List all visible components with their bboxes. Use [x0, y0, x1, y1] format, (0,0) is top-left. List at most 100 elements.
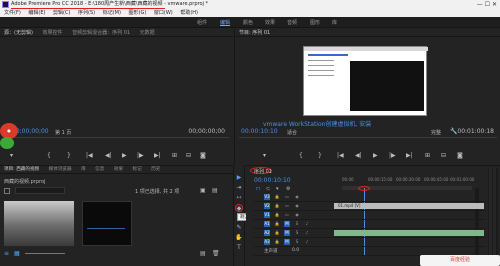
- program-mark-in-icon[interactable]: {: [299, 152, 303, 159]
- tab-effects[interactable]: 效果: [114, 167, 123, 172]
- source-go-out-icon[interactable]: ▶|: [154, 152, 161, 159]
- source-step-forward-icon[interactable]: |▶: [137, 152, 144, 159]
- type-tool-icon[interactable]: T: [235, 244, 243, 252]
- workspace-editing[interactable]: 编辑: [220, 19, 231, 26]
- track-select-tool-icon[interactable]: ⇥: [235, 184, 243, 192]
- lock-icon[interactable]: 🔒: [274, 194, 280, 200]
- eye-icon[interactable]: ◉: [294, 194, 300, 200]
- project-search-input[interactable]: [15, 187, 65, 194]
- menu-edit[interactable]: 编辑(E): [28, 10, 45, 16]
- program-go-in-icon[interactable]: |◀: [337, 152, 344, 159]
- track-v3-label[interactable]: V3: [264, 194, 270, 200]
- wrench-icon[interactable]: 🔧: [450, 128, 457, 135]
- list-view-icon[interactable]: ≡: [4, 250, 9, 257]
- track-a1-label[interactable]: A1: [264, 221, 270, 227]
- track-v1-label[interactable]: V1: [264, 212, 270, 218]
- mic-icon[interactable]: ♪: [304, 230, 310, 236]
- menu-clip[interactable]: 剪辑(C): [53, 10, 70, 16]
- mute-icon[interactable]: M: [284, 239, 290, 245]
- linked-selection-icon[interactable]: ⊂: [266, 186, 270, 192]
- selection-tool-icon[interactable]: ▶: [235, 174, 243, 182]
- solo-icon[interactable]: S: [294, 221, 300, 227]
- sync-lock-icon[interactable]: ▭: [284, 203, 290, 209]
- folder-icon[interactable]: [4, 188, 10, 194]
- source-go-in-icon[interactable]: |◀: [86, 152, 93, 159]
- mic-icon[interactable]: ♪: [304, 239, 310, 245]
- new-item-bottom-icon[interactable]: ▤: [200, 250, 206, 257]
- menu-window[interactable]: 窗口(W): [154, 10, 173, 16]
- track-a3-label[interactable]: A3: [264, 239, 270, 245]
- master-value[interactable]: 0.0: [292, 248, 299, 253]
- sync-lock-icon[interactable]: ▭: [284, 194, 290, 200]
- source-overwrite-icon[interactable]: ⊟: [186, 152, 191, 159]
- tab-history[interactable]: 历史: [151, 167, 160, 172]
- video-clip[interactable]: 01.mp4 [V]: [334, 203, 484, 209]
- workspace-assembly[interactable]: 组件: [197, 19, 207, 26]
- lock-icon[interactable]: 🔒: [274, 221, 280, 227]
- program-step-back-icon[interactable]: ◀|: [355, 152, 362, 159]
- zoom-slider[interactable]: [25, 253, 65, 254]
- source-add-marker-icon[interactable]: ▾: [10, 152, 13, 159]
- window-controls[interactable]: — ☐ ✕: [477, 1, 497, 8]
- timeline-settings-icon[interactable]: ⚙: [286, 186, 290, 192]
- eye-icon[interactable]: ◉: [294, 203, 300, 209]
- snap-icon[interactable]: ⊓: [256, 186, 260, 192]
- program-fit-select[interactable]: 适合: [287, 129, 297, 136]
- lock-icon[interactable]: 🔒: [274, 230, 280, 236]
- trash-icon[interactable]: 🗑: [212, 250, 220, 257]
- solo-icon[interactable]: S: [294, 230, 300, 236]
- ripple-edit-tool-icon[interactable]: ⇿: [235, 194, 243, 202]
- source-mark-out-icon[interactable]: }: [67, 152, 71, 159]
- mute-icon[interactable]: M: [284, 221, 290, 227]
- source-export-frame-icon[interactable]: ◙: [200, 152, 206, 159]
- media-thumbnail-sequence[interactable]: [82, 201, 132, 246]
- lock-icon[interactable]: 🔒: [274, 212, 280, 218]
- program-step-forward-icon[interactable]: |▶: [389, 152, 396, 159]
- program-play-icon[interactable]: ▶: [373, 152, 378, 159]
- program-add-marker-icon[interactable]: ▾: [263, 152, 266, 159]
- workspace-effects[interactable]: 效果: [265, 19, 275, 26]
- menu-graphics[interactable]: 图形(G): [129, 10, 147, 16]
- sync-lock-icon[interactable]: ▭: [284, 212, 290, 218]
- program-export-frame-icon[interactable]: ◙: [457, 152, 463, 159]
- program-title[interactable]: 节目: 序列 01: [239, 30, 270, 36]
- tab-source[interactable]: 源：(无剪辑): [4, 30, 33, 36]
- workspace-color[interactable]: 颜色: [243, 19, 253, 26]
- new-item-icon[interactable]: ▤: [212, 187, 218, 194]
- media-thumbnail-clip[interactable]: [4, 201, 74, 246]
- razor-tool-icon[interactable]: ◆: [235, 204, 243, 212]
- workspace-audio[interactable]: 音频: [287, 19, 297, 26]
- tab-audio-mixer[interactable]: 音频剪辑混合器：序列 01: [72, 30, 130, 36]
- source-play-icon[interactable]: ▶: [122, 152, 127, 159]
- lock-icon[interactable]: 🔒: [274, 203, 280, 209]
- timeline-ruler[interactable]: 00:00 00:00:15:00 00:00:30:00 00:00:45:0…: [342, 177, 474, 184]
- menu-sequence[interactable]: 序列(S): [78, 10, 95, 16]
- workspace-graphics[interactable]: 图形: [310, 19, 320, 26]
- source-page-label[interactable]: 第 1 页: [55, 129, 71, 136]
- track-v2-label[interactable]: V2: [264, 203, 270, 209]
- tab-info[interactable]: 信息: [95, 167, 104, 172]
- menu-help[interactable]: 帮助(H): [180, 10, 198, 16]
- tab-project[interactable]: 项目: 西藏的视频: [4, 167, 39, 172]
- tab-metadata[interactable]: 元数据: [140, 30, 155, 36]
- mic-icon[interactable]: ♪: [304, 221, 310, 227]
- source-scrubber[interactable]: [4, 137, 229, 138]
- tab-markers[interactable]: 标记: [133, 167, 142, 172]
- timeline-timecode[interactable]: 00:00:10:10: [254, 177, 291, 184]
- program-go-out-icon[interactable]: ▶|: [406, 152, 413, 159]
- hand-tool-icon[interactable]: ✋: [235, 234, 243, 242]
- workspace-libraries[interactable]: 库: [332, 19, 337, 26]
- add-marker-icon[interactable]: ▾: [276, 186, 279, 192]
- track-a2-label[interactable]: A2: [264, 230, 270, 236]
- source-step-back-icon[interactable]: ◀|: [105, 152, 112, 159]
- source-insert-icon[interactable]: ⊞: [172, 152, 177, 159]
- timeline-tab[interactable]: 序列 01: [254, 168, 272, 175]
- tab-libraries[interactable]: 库: [81, 167, 86, 172]
- lock-icon[interactable]: 🔒: [274, 239, 280, 245]
- pen-tool-icon[interactable]: ✎: [235, 224, 243, 232]
- program-timecode[interactable]: 00:00:10:10: [241, 128, 278, 135]
- tab-effect-controls[interactable]: 效果控件: [43, 30, 63, 36]
- new-bin-icon[interactable]: ▣: [200, 187, 206, 194]
- program-extract-icon[interactable]: ⊟: [441, 152, 446, 159]
- source-mark-in-icon[interactable]: {: [47, 152, 51, 159]
